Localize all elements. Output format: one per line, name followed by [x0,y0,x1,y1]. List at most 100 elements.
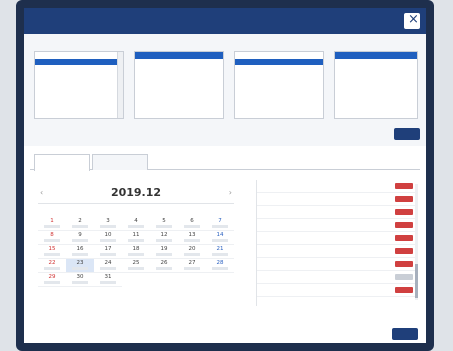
calendar-day[interactable]: 9 [66,231,94,245]
slot-status-badge[interactable] [395,274,413,280]
calendar-day-number: 15 [48,246,56,252]
calendar-day-indicator [100,253,116,256]
weekday-label [178,206,206,217]
slot-status-badge[interactable] [395,222,413,228]
listbox-scrollbar[interactable] [117,52,123,118]
calendar-day-number: 22 [48,260,56,266]
calendar-day-number: 21 [216,246,224,252]
calendar-day[interactable]: 16 [66,245,94,259]
calendar-day[interactable]: 6 [178,217,206,231]
calendar-day-number: 12 [160,232,168,238]
search-button[interactable] [394,128,420,140]
calendar-day[interactable]: 2 [66,217,94,231]
filter-label-3 [234,42,324,51]
calendar-day[interactable]: 27 [178,259,206,273]
calendar-day-indicator [72,239,88,242]
filter-listbox-1[interactable] [34,51,124,119]
slot-scrollbar-thumb[interactable] [415,264,418,298]
slot-status-badge[interactable] [395,183,413,189]
calendar-day-indicator [128,253,144,256]
calendar-day-number: 2 [78,218,82,224]
calendar-day[interactable]: 13 [178,231,206,245]
time-slot-row[interactable] [257,258,418,271]
weekday-label [206,206,234,217]
calendar-day[interactable]: 15 [38,245,66,259]
filter-listbox-2[interactable] [134,51,224,119]
calendar: ‹ 2019.12 › 1 2 3 4 5 6 7 8 9 10 11 12 13 14 15 16 17 18 1… [38,180,234,304]
calendar-day-number: 4 [134,218,138,224]
calendar-day[interactable]: 22 [38,259,66,273]
calendar-day[interactable]: 11 [122,231,150,245]
calendar-day-number: 20 [188,246,196,252]
time-slot-row[interactable] [257,206,418,219]
calendar-day[interactable]: 14 [206,231,234,245]
weekday-label [122,206,150,217]
calendar-day[interactable]: 8 [38,231,66,245]
calendar-day-number: 18 [132,246,140,252]
chevron-right-icon[interactable]: › [229,188,232,197]
weekday-label [94,206,122,217]
time-slot-row[interactable] [257,284,418,297]
calendar-day[interactable]: 30 [66,273,94,287]
calendar-day[interactable]: 29 [38,273,66,287]
time-slot-row[interactable] [257,245,418,258]
time-slot-row[interactable] [257,180,418,193]
time-slot-row[interactable] [257,193,418,206]
calendar-day[interactable]: 21 [206,245,234,259]
calendar-day-indicator [72,267,88,270]
slot-status-badge[interactable] [395,248,413,254]
close-icon[interactable] [404,12,420,29]
filter-option[interactable] [335,85,417,92]
filter-panel [24,34,426,146]
calendar-day[interactable]: 7 [206,217,234,231]
calendar-day-indicator [100,267,116,270]
filter-listbox-3[interactable] [234,51,324,119]
calendar-day-indicator [156,267,172,270]
tab-1[interactable] [34,154,90,171]
filter-option[interactable] [235,58,323,65]
calendar-day[interactable]: 23 [66,259,94,273]
calendar-day-indicator [184,225,200,228]
calendar-day-indicator [44,239,60,242]
time-slot-row[interactable] [257,271,418,284]
calendar-day[interactable]: 3 [94,217,122,231]
calendar-month-title: 2019.12 [110,186,162,199]
calendar-day[interactable]: 5 [150,217,178,231]
calendar-day[interactable]: 24 [94,259,122,273]
calendar-day[interactable]: 18 [122,245,150,259]
calendar-day-indicator [100,225,116,228]
calendar-day[interactable]: 1 [38,217,66,231]
calendar-day-indicator [128,239,144,242]
calendar-day-number: 8 [50,232,54,238]
slot-status-badge[interactable] [395,261,413,267]
slot-status-badge[interactable] [395,287,413,293]
calendar-day[interactable]: 4 [122,217,150,231]
confirm-button[interactable] [392,328,418,340]
calendar-day[interactable]: 12 [150,231,178,245]
calendar-day-number: 1 [50,218,54,224]
slot-status-badge[interactable] [395,235,413,241]
slot-scrollbar[interactable] [415,184,418,300]
filter-option[interactable] [35,104,123,111]
calendar-day[interactable]: 25 [122,259,150,273]
calendar-day-number: 23 [76,260,84,266]
time-slot-row[interactable] [257,232,418,245]
slot-status-badge[interactable] [395,196,413,202]
time-slot-row[interactable] [257,219,418,232]
calendar-day[interactable]: 26 [150,259,178,273]
filter-listbox-4[interactable] [334,51,418,119]
calendar-day[interactable]: 17 [94,245,122,259]
filter-option[interactable] [135,59,223,66]
calendar-day[interactable]: 28 [206,259,234,273]
tab-2[interactable] [92,154,148,170]
calendar-day[interactable]: 20 [178,245,206,259]
calendar-day[interactable]: 10 [94,231,122,245]
calendar-day-indicator [44,225,60,228]
calendar-day[interactable]: 19 [150,245,178,259]
calendar-day-indicator [156,239,172,242]
calendar-day-number: 3 [106,218,110,224]
calendar-day[interactable]: 31 [94,273,122,287]
slot-status-badge[interactable] [395,209,413,215]
calendar-day-indicator [72,281,88,284]
calendar-day-indicator [184,253,200,256]
